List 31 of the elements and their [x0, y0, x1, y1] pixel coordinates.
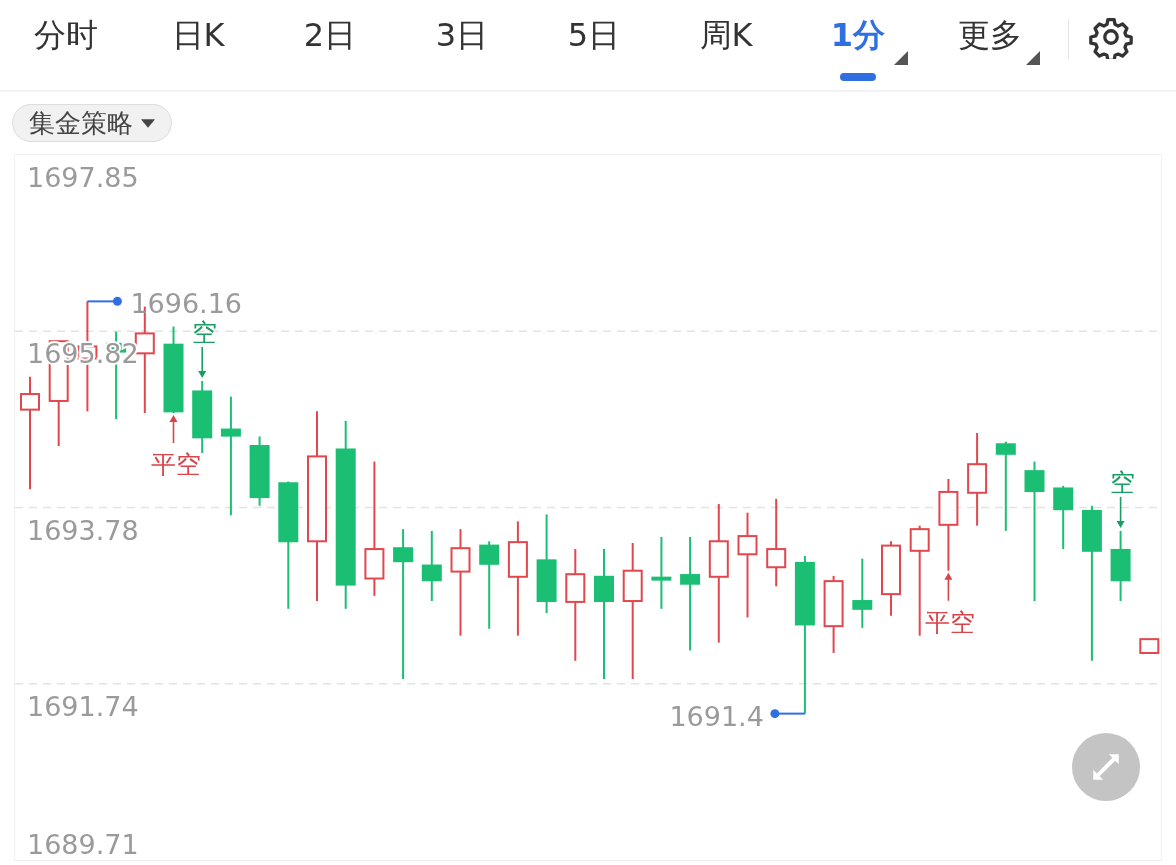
period-tab[interactable]: 分时 — [0, 0, 132, 91]
candlestick — [1139, 638, 1160, 654]
signal-label: 空 — [191, 318, 217, 348]
period-tab[interactable]: 1分 — [792, 0, 924, 91]
max-price-marker — [86, 296, 122, 306]
min-price-label: 1691.4 — [669, 700, 764, 732]
price-axis-label: 1693.78 — [27, 514, 139, 546]
candlestick — [249, 435, 270, 507]
period-tab[interactable]: 2日 — [264, 0, 396, 91]
candlestick — [1053, 484, 1074, 551]
candlestick — [852, 557, 873, 629]
signal-label: 平空 — [925, 607, 976, 637]
signal-label: 平空 — [150, 450, 201, 480]
period-tab[interactable]: 日K — [132, 0, 264, 91]
down-arrow-icon — [1116, 496, 1125, 528]
caret-icon — [141, 118, 155, 128]
strategy-dropdown[interactable]: 集金策略 — [12, 104, 172, 142]
down-arrow-icon — [198, 346, 207, 379]
period-tab[interactable]: 周K — [660, 0, 792, 91]
period-tab[interactable]: 3日 — [396, 0, 528, 91]
period-tab[interactable]: 5日 — [528, 0, 660, 91]
up-arrow-icon — [944, 572, 953, 602]
period-tab[interactable]: 更多 — [924, 0, 1056, 91]
price-axis-label: 1697.85 — [27, 162, 139, 193]
price-axis-label: 1691.74 — [27, 690, 139, 722]
max-price-label: 1696.16 — [130, 288, 243, 320]
price-axis-label: 1689.71 — [27, 829, 139, 860]
min-price-marker — [770, 709, 806, 719]
settings-icon[interactable] — [1089, 15, 1133, 59]
signal-label: 空 — [1110, 467, 1136, 497]
up-arrow-icon — [169, 415, 178, 444]
